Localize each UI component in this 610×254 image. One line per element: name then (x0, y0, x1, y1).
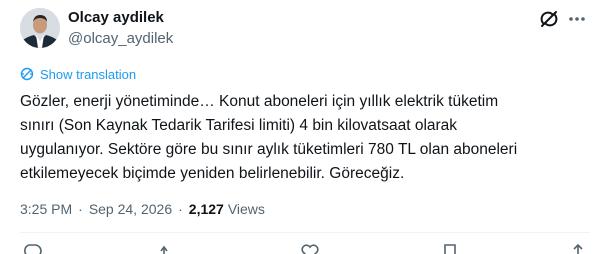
tweet-time[interactable]: 3:25 PM (20, 201, 72, 217)
views-label: Views (227, 201, 265, 217)
meta-separator: · (178, 201, 183, 217)
more-icon (569, 17, 585, 21)
views-count[interactable]: 2,127 (189, 201, 224, 217)
author-handle[interactable]: @olcay_aydilek (68, 29, 173, 49)
tweet-line: etkilemeyecek biçimde yeniden belirleneb… (20, 165, 405, 182)
tweet-text: Gözler, enerji yönetiminde… Konut abonel… (20, 90, 590, 186)
tweet-meta: 3:25 PM · Sep 24, 2026 · 2,127 Views (20, 198, 265, 220)
show-translation-label: Show translation (40, 66, 137, 82)
meta-separator: · (78, 201, 83, 217)
share-icon[interactable] (568, 242, 588, 254)
action-bar (20, 240, 590, 254)
grok-button[interactable] (538, 8, 560, 30)
globe-icon (20, 67, 34, 81)
author-name[interactable]: Olcay aydilek (68, 8, 164, 28)
tweet-line: sınırı (Son Kaynak Tedarik Tarifesi limi… (20, 117, 458, 134)
reply-icon[interactable] (22, 242, 42, 254)
like-icon[interactable] (300, 242, 320, 254)
tweet-date[interactable]: Sep 24, 2026 (89, 201, 172, 217)
bookmark-icon[interactable] (440, 242, 460, 254)
repost-icon[interactable] (160, 242, 180, 254)
tweet-line: Gözler, enerji yönetiminde… Konut abonel… (20, 93, 499, 110)
avatar[interactable] (20, 8, 60, 48)
show-translation-link[interactable]: Show translation (20, 64, 136, 84)
grok-icon (540, 11, 558, 27)
tweet-line: uygulanıyor. Sektöre göre bu sınır aylık… (20, 141, 518, 158)
more-options-button[interactable] (566, 8, 588, 30)
divider (20, 232, 590, 233)
avatar-image (20, 8, 60, 48)
